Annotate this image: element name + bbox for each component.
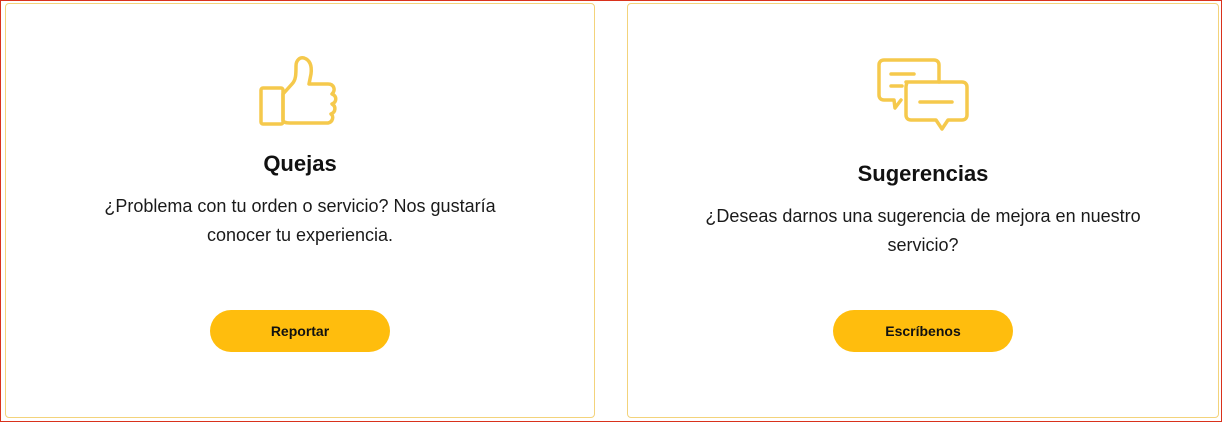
card-description-line: servicio? [887,235,959,255]
card-description: ¿Problema con tu orden o servicio? Nos g… [40,192,560,250]
complaints-card: Quejas ¿Problema con tu orden o servicio… [5,3,595,418]
card-title: Quejas [263,151,337,176]
card-description-line: conocer tu experiencia. [206,225,394,245]
chat-bubbles-icon [876,56,970,141]
card-description-line: ¿Deseas darnos una sugerencia de mejora … [705,206,1141,226]
thumbs-up-icon [258,54,342,133]
card-description: ¿Deseas darnos una sugerencia de mejora … [653,202,1193,260]
report-button[interactable]: Reportar [210,310,390,352]
card-description-line: ¿Problema con tu orden o servicio? Nos g… [104,196,496,216]
write-us-button[interactable]: Escríbenos [833,310,1013,352]
card-title: Sugerencias [857,161,989,186]
suggestions-card: Sugerencias ¿Deseas darnos una sugerenci… [627,3,1219,418]
